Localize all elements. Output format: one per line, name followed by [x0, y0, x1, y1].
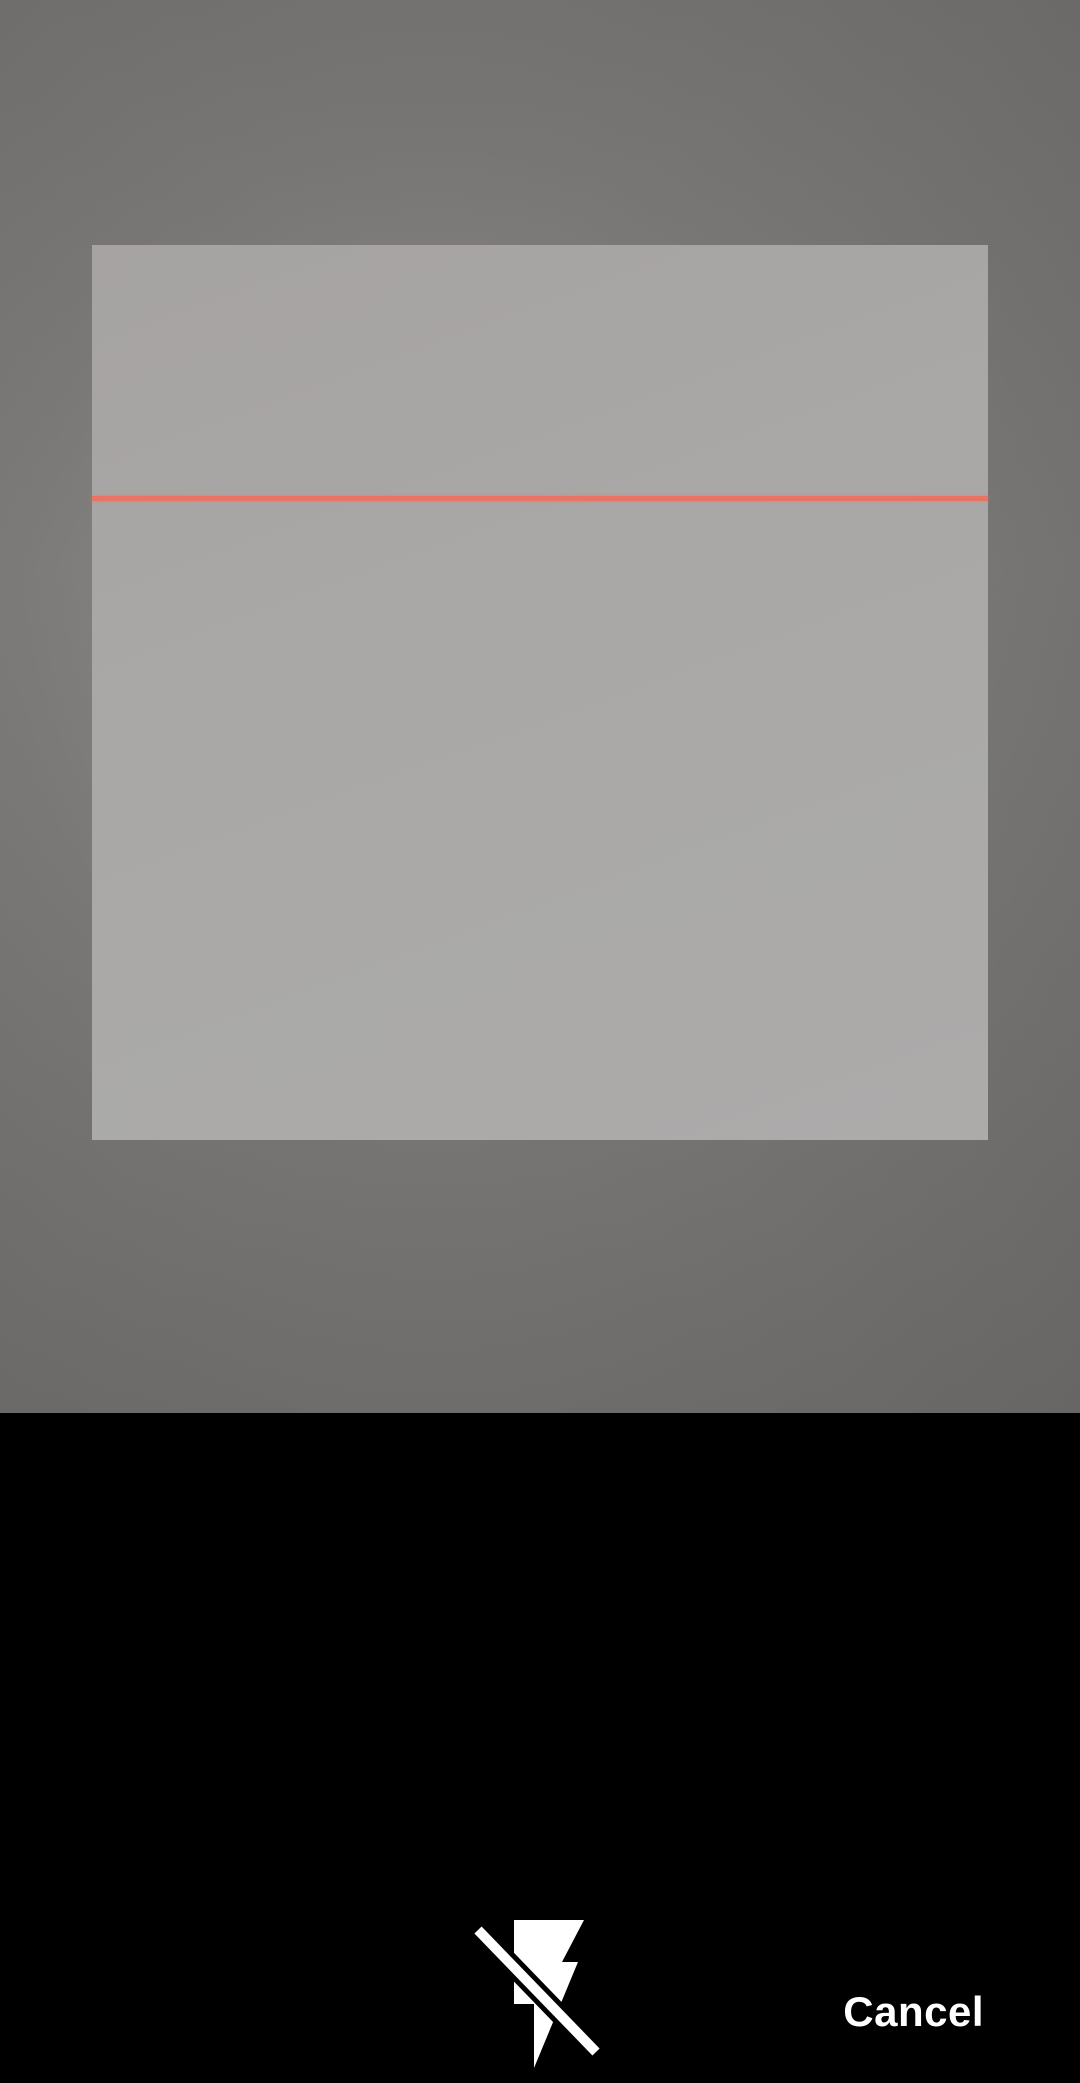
cancel-button[interactable]: Cancel — [843, 1988, 984, 2036]
barcode-scanner-screen: Cancel — [0, 0, 1080, 2083]
scan-laser-line — [92, 496, 988, 501]
flash-off-icon — [472, 1920, 604, 2068]
scan-frame — [92, 245, 988, 1140]
camera-preview — [0, 0, 1080, 1413]
flash-toggle-button[interactable] — [472, 1916, 608, 2068]
